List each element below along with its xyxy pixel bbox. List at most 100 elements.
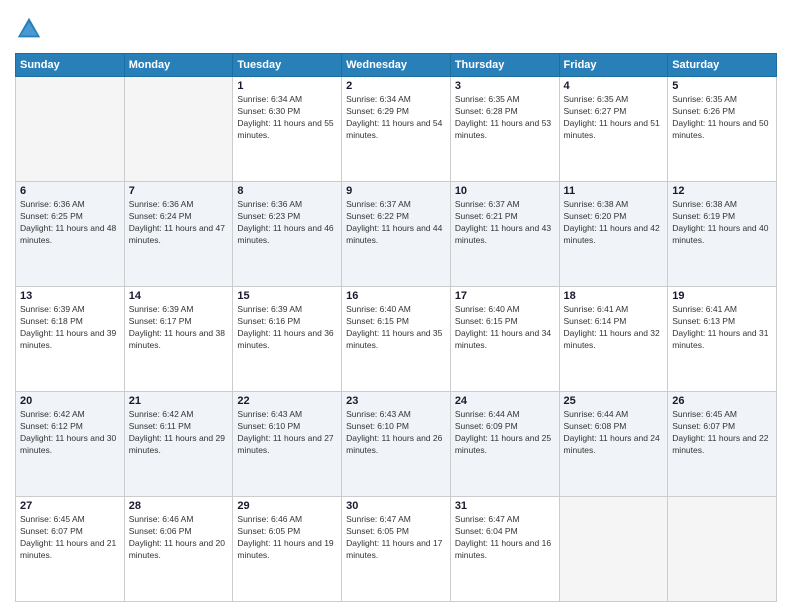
day-number: 13 (20, 290, 120, 302)
day-number: 31 (455, 500, 555, 512)
calendar-cell: 10Sunrise: 6:37 AMSunset: 6:21 PMDayligh… (450, 182, 559, 287)
cell-details: Sunrise: 6:42 AMSunset: 6:12 PMDaylight:… (20, 409, 120, 457)
cell-details: Sunrise: 6:44 AMSunset: 6:08 PMDaylight:… (564, 409, 664, 457)
day-number: 23 (346, 395, 446, 407)
day-number: 10 (455, 185, 555, 197)
cell-details: Sunrise: 6:38 AMSunset: 6:19 PMDaylight:… (672, 199, 772, 247)
calendar-cell: 14Sunrise: 6:39 AMSunset: 6:17 PMDayligh… (124, 287, 233, 392)
cell-details: Sunrise: 6:36 AMSunset: 6:24 PMDaylight:… (129, 199, 229, 247)
calendar-cell: 7 Sunrise: 6:36 AMSunset: 6:24 PMDaylight… (124, 182, 233, 287)
day-number: 3 (455, 80, 555, 92)
day-number: 6 (20, 185, 120, 197)
weekday-header: Wednesday (342, 54, 451, 77)
calendar-week-row: 13 Sunrise: 6:39 AMSunset: 6:18 PMDayligh… (16, 287, 777, 392)
calendar-cell: 15 Sunrise: 6:39 AMSunset: 6:16 PMDayligh… (233, 287, 342, 392)
weekday-header: Sunday (16, 54, 125, 77)
calendar-cell: 2 Sunrise: 6:34 AMSunset: 6:29 PMDaylight… (342, 77, 451, 182)
cell-details: Sunrise: 6:38 AMSunset: 6:20 PMDaylight:… (564, 199, 664, 247)
calendar-table: SundayMondayTuesdayWednesdayThursdayFrid… (15, 53, 777, 602)
cell-details: Sunrise: 6:35 AMSunset: 6:28 PMDaylight:… (455, 94, 555, 142)
calendar-cell: 28 Sunrise: 6:46 AMSunset: 6:06 PMDayligh… (124, 497, 233, 602)
calendar-week-row: 27 Sunrise: 6:45 AMSunset: 6:07 PMDayligh… (16, 497, 777, 602)
cell-details: Sunrise: 6:40 AMSunset: 6:15 PMDaylight:… (346, 304, 446, 352)
cell-details: Sunrise: 6:37 AMSunset: 6:22 PMDaylight:… (346, 199, 446, 247)
cell-details: Sunrise: 6:35 AMSunset: 6:27 PMDaylight:… (564, 94, 664, 142)
logo (15, 15, 47, 43)
cell-details: Sunrise: 6:41 AMSunset: 6:14 PMDaylight:… (564, 304, 664, 352)
day-number: 9 (346, 185, 446, 197)
calendar-cell: 31 Sunrise: 6:47 AMSunset: 6:04 PMDayligh… (450, 497, 559, 602)
header (15, 15, 777, 43)
cell-details: Sunrise: 6:43 AMSunset: 6:10 PMDaylight:… (346, 409, 446, 457)
cell-details: Sunrise: 6:35 AMSunset: 6:26 PMDaylight:… (672, 94, 772, 142)
day-number: 15 (237, 290, 337, 302)
day-number: 16 (346, 290, 446, 302)
calendar-cell: 27 Sunrise: 6:45 AMSunset: 6:07 PMDayligh… (16, 497, 125, 602)
day-number: 24 (455, 395, 555, 407)
calendar-cell: 4 Sunrise: 6:35 AMSunset: 6:27 PMDaylight… (559, 77, 668, 182)
calendar-cell: 23 Sunrise: 6:43 AMSunset: 6:10 PMDayligh… (342, 392, 451, 497)
cell-details: Sunrise: 6:44 AMSunset: 6:09 PMDaylight:… (455, 409, 555, 457)
day-number: 22 (237, 395, 337, 407)
logo-icon (15, 15, 43, 43)
weekday-header: Monday (124, 54, 233, 77)
day-number: 27 (20, 500, 120, 512)
calendar-cell: 22Sunrise: 6:43 AMSunset: 6:10 PMDayligh… (233, 392, 342, 497)
calendar-cell: 5 Sunrise: 6:35 AMSunset: 6:26 PMDaylight… (668, 77, 777, 182)
calendar-cell: 9 Sunrise: 6:37 AMSunset: 6:22 PMDaylight… (342, 182, 451, 287)
calendar-week-row: 1 Sunrise: 6:34 AMSunset: 6:30 PMDaylight… (16, 77, 777, 182)
cell-details: Sunrise: 6:45 AMSunset: 6:07 PMDaylight:… (20, 514, 120, 562)
calendar-cell: 18 Sunrise: 6:41 AMSunset: 6:14 PMDayligh… (559, 287, 668, 392)
calendar-week-row: 6 Sunrise: 6:36 AMSunset: 6:25 PMDaylight… (16, 182, 777, 287)
calendar-cell: 11 Sunrise: 6:38 AMSunset: 6:20 PMDayligh… (559, 182, 668, 287)
cell-details: Sunrise: 6:39 AMSunset: 6:16 PMDaylight:… (237, 304, 337, 352)
cell-details: Sunrise: 6:39 AMSunset: 6:18 PMDaylight:… (20, 304, 120, 352)
day-number: 11 (564, 185, 664, 197)
calendar-cell: 16 Sunrise: 6:40 AMSunset: 6:15 PMDayligh… (342, 287, 451, 392)
day-number: 1 (237, 80, 337, 92)
weekday-header: Saturday (668, 54, 777, 77)
cell-details: Sunrise: 6:47 AMSunset: 6:04 PMDaylight:… (455, 514, 555, 562)
cell-details: Sunrise: 6:34 AMSunset: 6:30 PMDaylight:… (237, 94, 337, 142)
calendar-cell: 17Sunrise: 6:40 AMSunset: 6:15 PMDayligh… (450, 287, 559, 392)
day-number: 2 (346, 80, 446, 92)
cell-details: Sunrise: 6:47 AMSunset: 6:05 PMDaylight:… (346, 514, 446, 562)
calendar-cell: 6 Sunrise: 6:36 AMSunset: 6:25 PMDaylight… (16, 182, 125, 287)
day-number: 30 (346, 500, 446, 512)
cell-details: Sunrise: 6:34 AMSunset: 6:29 PMDaylight:… (346, 94, 446, 142)
calendar-cell: 12 Sunrise: 6:38 AMSunset: 6:19 PMDayligh… (668, 182, 777, 287)
calendar-cell: 29 Sunrise: 6:46 AMSunset: 6:05 PMDayligh… (233, 497, 342, 602)
calendar-cell: 13 Sunrise: 6:39 AMSunset: 6:18 PMDayligh… (16, 287, 125, 392)
weekday-header: Friday (559, 54, 668, 77)
calendar-cell: 26Sunrise: 6:45 AMSunset: 6:07 PMDayligh… (668, 392, 777, 497)
calendar-header-row: SundayMondayTuesdayWednesdayThursdayFrid… (16, 54, 777, 77)
calendar-cell: 30 Sunrise: 6:47 AMSunset: 6:05 PMDayligh… (342, 497, 451, 602)
day-number: 18 (564, 290, 664, 302)
cell-details: Sunrise: 6:46 AMSunset: 6:06 PMDaylight:… (129, 514, 229, 562)
calendar-cell (668, 497, 777, 602)
day-number: 5 (672, 80, 772, 92)
day-number: 12 (672, 185, 772, 197)
calendar-cell: 20Sunrise: 6:42 AMSunset: 6:12 PMDayligh… (16, 392, 125, 497)
cell-details: Sunrise: 6:36 AMSunset: 6:25 PMDaylight:… (20, 199, 120, 247)
calendar-cell (16, 77, 125, 182)
day-number: 29 (237, 500, 337, 512)
calendar-week-row: 20Sunrise: 6:42 AMSunset: 6:12 PMDayligh… (16, 392, 777, 497)
calendar-cell (559, 497, 668, 602)
calendar-cell (124, 77, 233, 182)
cell-details: Sunrise: 6:36 AMSunset: 6:23 PMDaylight:… (237, 199, 337, 247)
day-number: 28 (129, 500, 229, 512)
day-number: 21 (129, 395, 229, 407)
calendar-cell: 24 Sunrise: 6:44 AMSunset: 6:09 PMDayligh… (450, 392, 559, 497)
day-number: 17 (455, 290, 555, 302)
cell-details: Sunrise: 6:41 AMSunset: 6:13 PMDaylight:… (672, 304, 772, 352)
day-number: 19 (672, 290, 772, 302)
day-number: 4 (564, 80, 664, 92)
day-number: 14 (129, 290, 229, 302)
cell-details: Sunrise: 6:46 AMSunset: 6:05 PMDaylight:… (237, 514, 337, 562)
day-number: 8 (237, 185, 337, 197)
calendar-cell: 8 Sunrise: 6:36 AMSunset: 6:23 PMDaylight… (233, 182, 342, 287)
cell-details: Sunrise: 6:42 AMSunset: 6:11 PMDaylight:… (129, 409, 229, 457)
cell-details: Sunrise: 6:45 AMSunset: 6:07 PMDaylight:… (672, 409, 772, 457)
day-number: 7 (129, 185, 229, 197)
